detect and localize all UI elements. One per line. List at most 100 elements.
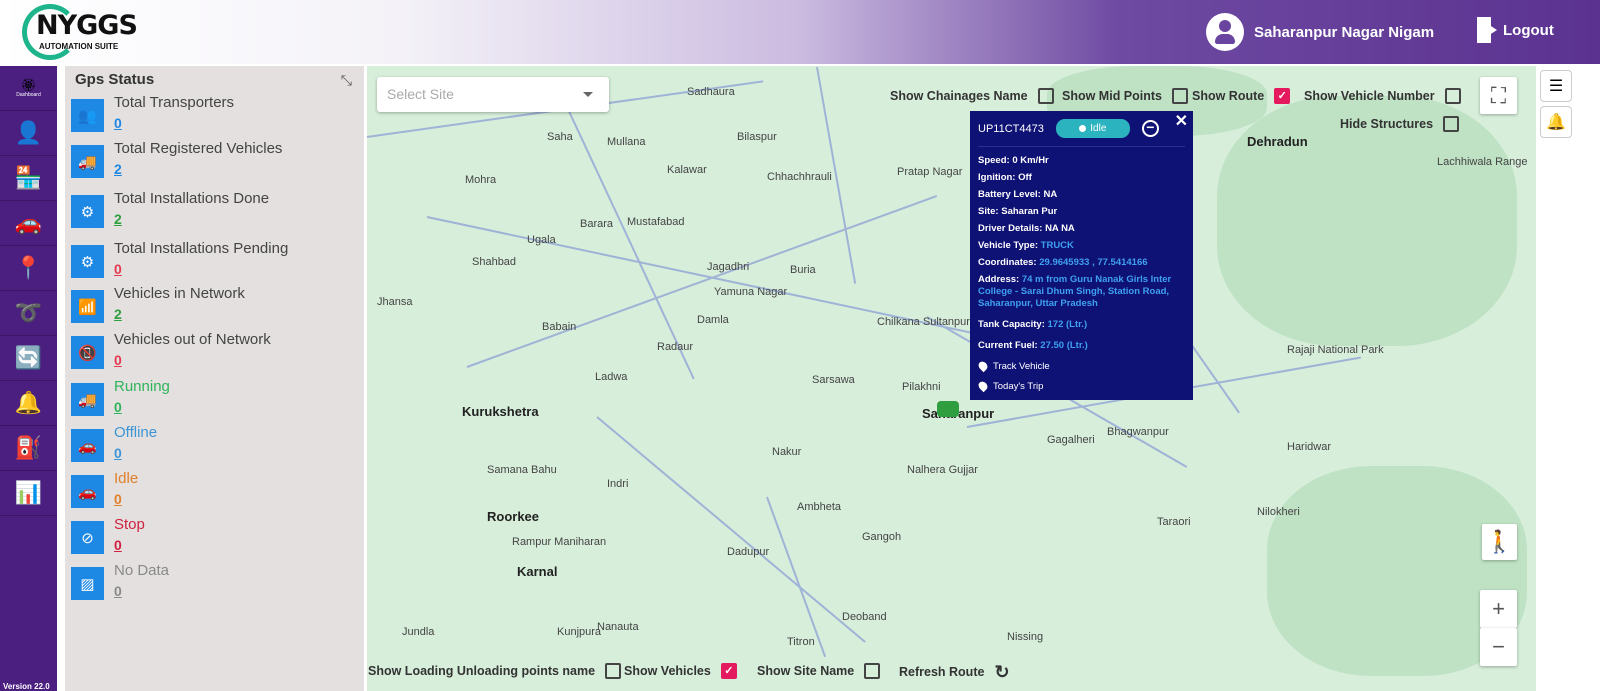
logout-button[interactable]: Logout: [1477, 17, 1554, 43]
nav-item-add-user[interactable]: 👤: [0, 111, 57, 156]
checkbox[interactable]: [1172, 88, 1188, 104]
car-icon: 🚗: [14, 210, 43, 235]
map-view[interactable]: SadhauraAmbala SadarSahaMullanaBilaspurP…: [367, 66, 1536, 691]
refresh-icon: ↻: [994, 662, 1010, 682]
close-icon[interactable]: ✕: [1175, 111, 1188, 131]
stat-value-link[interactable]: 0: [114, 258, 288, 280]
stat-offline: 🚗 Offline 0: [71, 424, 157, 464]
stat-value-link[interactable]: 2: [114, 158, 282, 180]
road: [596, 416, 866, 643]
nav-item-route[interactable]: ➰: [0, 291, 57, 336]
trip-label: Today's Trip: [993, 380, 1044, 392]
vehicle-info-popup: ✕ UP11CT4473 Idle − Speed: 0 Km/Hr Igniti…: [970, 111, 1193, 400]
row-key: Coordinates:: [978, 257, 1037, 268]
checkbox[interactable]: [1037, 88, 1054, 104]
stat-value-link[interactable]: 2: [114, 208, 269, 230]
toggle-vehicles[interactable]: Show Vehicles ✓: [624, 663, 737, 679]
map-place-label: Babain: [542, 321, 577, 333]
nav-item-dashboard[interactable]: 🏵 Dashboard: [0, 66, 57, 111]
stat-value-link[interactable]: 0: [114, 534, 145, 556]
stat-value-link[interactable]: 0: [114, 442, 157, 464]
checkbox[interactable]: [1443, 116, 1460, 132]
store-icon: 🏪: [14, 165, 43, 190]
toggle-site-name[interactable]: Show Site Name: [757, 663, 881, 679]
map-place-label: Nanauta: [597, 621, 639, 633]
stat-value-link[interactable]: 0: [114, 349, 271, 371]
logout-icon: [1477, 17, 1497, 43]
stat-total-registered-vehicles: 🚚 Total Registered Vehicles 2: [71, 140, 282, 180]
toggle-chainages[interactable]: Show Chainages Name: [890, 88, 1054, 104]
route-icon: ➰: [14, 300, 43, 325]
gear-clock-icon: ⚙: [71, 245, 104, 278]
option-label: Show Mid Points: [1062, 89, 1162, 103]
stat-value-link[interactable]: 0: [114, 488, 138, 510]
toggle-loading-points[interactable]: Show Loading Unloading points name: [368, 663, 622, 679]
map-place-label: Saha: [547, 131, 573, 143]
road: [766, 496, 827, 658]
collapse-icon[interactable]: ⤡: [341, 72, 352, 89]
toggle-route[interactable]: Show Route ✓: [1192, 88, 1291, 104]
popup-row: Current Fuel: 27.50 (Ltr.): [978, 340, 1185, 352]
side-nav: 🏵 Dashboard 👤 🏪 🚗 📍 ➰ 🔄 🔔 ⛽ 📊 Version 22.0: [0, 66, 57, 691]
map-place-label: Buria: [790, 264, 816, 276]
stat-value-link[interactable]: 2: [114, 303, 245, 325]
stat-stop: ⊘ Stop 0: [71, 516, 145, 556]
add-user-icon: 👤: [14, 120, 43, 145]
todays-trip-link[interactable]: Today's Trip: [976, 379, 1185, 393]
checkbox[interactable]: [1444, 88, 1461, 104]
stat-total-installations-pending: ⚙ Total Installations Pending 0: [71, 240, 288, 280]
fullscreen-button[interactable]: ⛶: [1480, 77, 1517, 114]
checkbox[interactable]: [605, 663, 622, 679]
toggle-mid-points[interactable]: Show Mid Points: [1062, 88, 1188, 104]
offline-car-icon: 🚗: [71, 429, 104, 462]
stat-no-data: ▨ No Data 0: [71, 562, 169, 602]
vehicle-marker-icon[interactable]: [937, 401, 959, 417]
nav-item-location-pin[interactable]: 📍: [0, 246, 57, 291]
bell-icon[interactable]: 🔔: [1540, 106, 1572, 138]
minimize-icon[interactable]: −: [1141, 120, 1159, 137]
refresh-route-button[interactable]: Refresh Route ↻: [899, 663, 1010, 681]
user-profile[interactable]: Saharanpur Nagar Nigam: [1206, 13, 1434, 51]
stat-value-link[interactable]: 0: [114, 112, 234, 134]
stat-label: Total Installations Done: [114, 190, 270, 207]
map-place-label: Taraori: [1157, 516, 1191, 528]
dashboard-icon: 🏵: [20, 78, 37, 92]
nav-item-alert-settings[interactable]: 🔔: [0, 381, 57, 426]
map-place-label: Haridwar: [1287, 441, 1332, 453]
map-place-label: Chilkana Sultanpur: [877, 316, 970, 328]
stat-value-link[interactable]: 0: [114, 580, 169, 602]
map-place-label: Mohra: [465, 174, 497, 186]
popup-row: Ignition: Off: [978, 172, 1185, 184]
checkbox[interactable]: ✓: [1274, 88, 1291, 104]
track-vehicle-link[interactable]: Track Vehicle: [976, 359, 1185, 373]
stat-label: Offline: [114, 424, 158, 441]
nav-item-sync[interactable]: 🔄: [0, 336, 57, 381]
toggle-vehicle-number[interactable]: Show Vehicle Number: [1304, 88, 1461, 104]
zoom-out-button[interactable]: −: [1480, 628, 1517, 666]
zoom-in-button[interactable]: +: [1480, 590, 1517, 628]
site-select[interactable]: Select Site: [377, 77, 609, 112]
checkbox[interactable]: ✓: [720, 663, 737, 679]
map-place-label: Sadhaura: [687, 86, 735, 98]
stat-vehicles-in-network: 📶 Vehicles in Network 2: [71, 285, 245, 325]
checkbox[interactable]: [864, 663, 881, 679]
road: [466, 195, 938, 368]
nav-item-car[interactable]: 🚗: [0, 201, 57, 246]
stat-total-transporters: 👥 Total Transporters 0: [71, 94, 234, 134]
row-value: TRUCK: [1040, 240, 1074, 251]
logout-label: Logout: [1503, 21, 1554, 39]
nav-item-fuel[interactable]: ⛽: [0, 426, 57, 471]
logo-text: NYGGS: [36, 10, 138, 41]
map-place-label: Jagadhri: [707, 261, 750, 273]
nav-item-report[interactable]: 📊: [0, 471, 57, 516]
map-place-label: Samana Bahu: [487, 464, 557, 476]
nav-item-store[interactable]: 🏪: [0, 156, 57, 201]
status-badge: Idle: [1055, 119, 1130, 138]
row-key: Speed:: [978, 155, 1010, 166]
menu-icon[interactable]: ☰: [1540, 70, 1572, 102]
toggle-hide-structures[interactable]: Hide Structures: [1340, 116, 1460, 132]
street-view-pegman-icon[interactable]: 🚶: [1482, 524, 1517, 560]
stat-value-link[interactable]: 0: [114, 396, 170, 418]
logo-subtext: AUTOMATION SUITE: [39, 42, 119, 51]
map-place-label: Chhachhrauli: [767, 171, 832, 183]
